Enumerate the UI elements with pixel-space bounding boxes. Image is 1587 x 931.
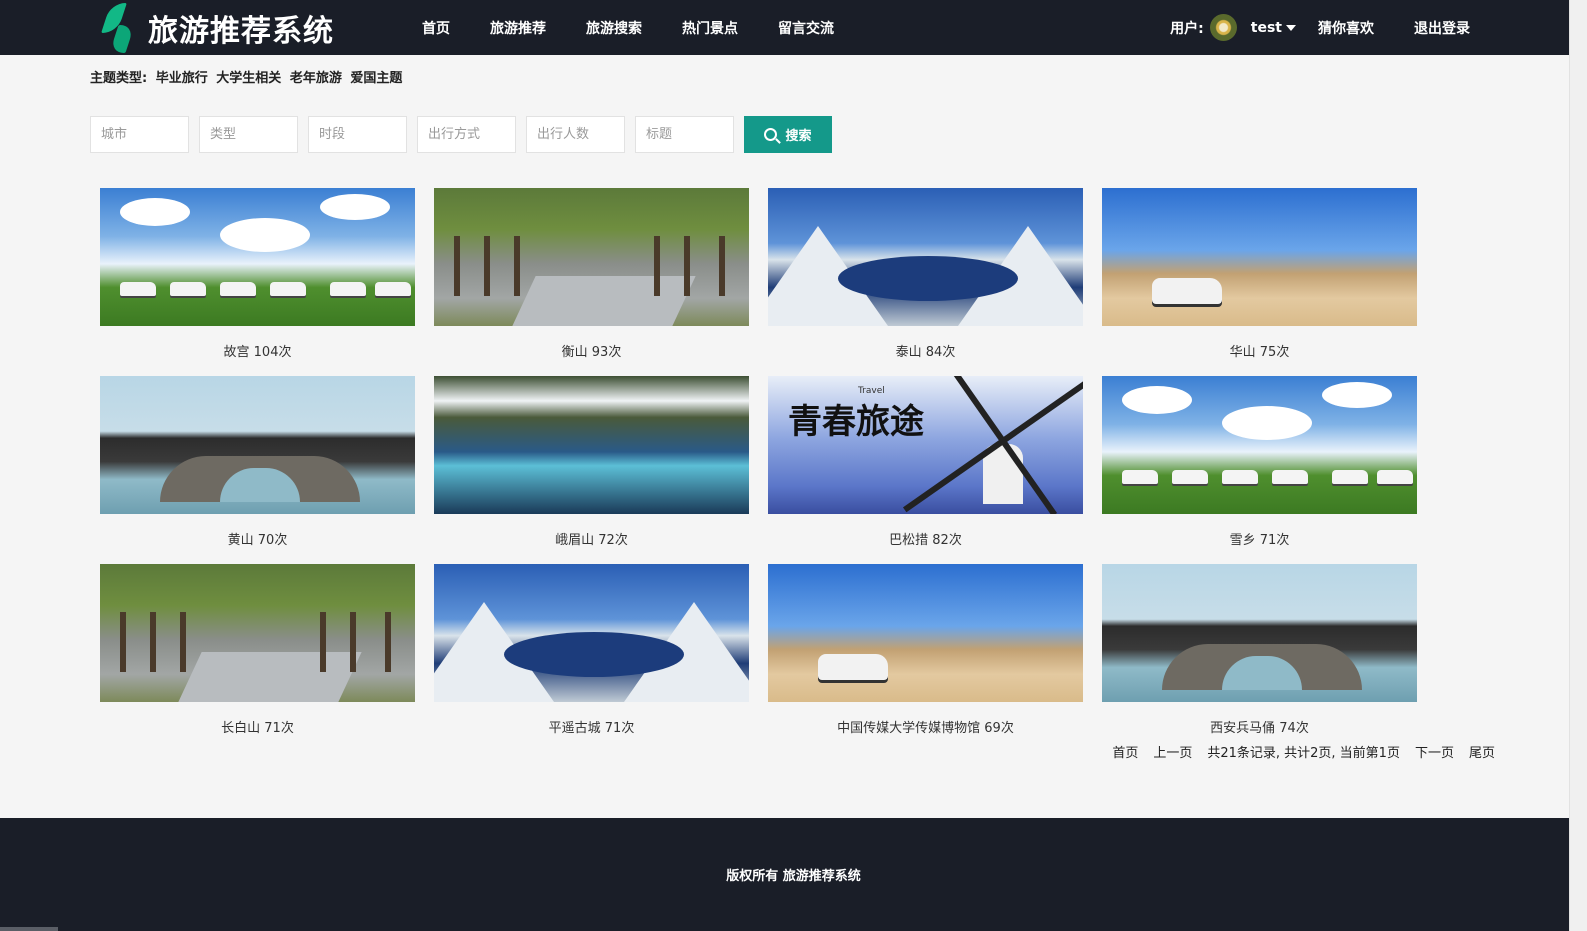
nav-item-hot-spots[interactable]: 热门景点: [682, 18, 738, 38]
logout-link[interactable]: 退出登录: [1414, 18, 1470, 38]
attraction-thumbnail[interactable]: [100, 188, 415, 326]
attraction-grid: 故宫 104次 衡山 93次 泰山 84次 华山 75次黄山 70次 峨眉山 72次 Tr…: [100, 188, 1417, 752]
footer: 版权所有 旅游推荐系统: [0, 818, 1587, 931]
top-navbar: 旅游推荐系统 首页 旅游推荐 旅游搜索 热门景点 留言交流 用户: test 猜…: [0, 0, 1587, 55]
search-button[interactable]: 搜索: [744, 116, 832, 153]
search-button-label: 搜索: [785, 128, 812, 143]
attraction-caption[interactable]: 平遥古城 71次: [434, 702, 749, 752]
site-logo[interactable]: 旅游推荐系统: [100, 0, 334, 55]
attraction-thumbnail[interactable]: [434, 188, 749, 326]
attraction-thumbnail[interactable]: [768, 564, 1083, 702]
main-nav: 首页 旅游推荐 旅游搜索 热门景点 留言交流: [422, 0, 874, 55]
attraction-thumbnail[interactable]: Travel 青春旅途: [768, 376, 1083, 514]
attraction-caption[interactable]: 故宫 104次: [100, 326, 415, 376]
attraction-caption[interactable]: 泰山 84次: [768, 326, 1083, 376]
user-menu: 用户: test 猜你喜欢 退出登录: [1170, 0, 1470, 55]
topic-filter: 主题类型: 毕业旅行 大学生相关 老年旅游 爱国主题: [90, 67, 406, 86]
page-scrollbar[interactable]: [1569, 0, 1587, 931]
city-input[interactable]: [90, 116, 189, 153]
attraction-thumbnail[interactable]: [768, 188, 1083, 326]
attraction-caption[interactable]: 长白山 71次: [100, 702, 415, 752]
attraction-thumbnail[interactable]: [434, 564, 749, 702]
chevron-down-icon[interactable]: [1286, 24, 1296, 31]
title-input[interactable]: [635, 116, 734, 153]
footer-tab: [0, 927, 58, 931]
attraction-card[interactable]: 故宫 104次: [100, 188, 415, 376]
topic-label: 主题类型:: [90, 71, 148, 86]
leaf-logo-icon: [100, 2, 136, 53]
nav-item-recommend[interactable]: 旅游推荐: [490, 18, 546, 38]
attraction-thumbnail[interactable]: [1102, 376, 1417, 514]
page-first[interactable]: 首页: [1112, 742, 1138, 761]
nav-item-messages[interactable]: 留言交流: [778, 18, 834, 38]
attraction-card[interactable]: 峨眉山 72次: [434, 376, 749, 564]
attraction-caption[interactable]: 黄山 70次: [100, 514, 415, 564]
attraction-card[interactable]: 平遥古城 71次: [434, 564, 749, 752]
attraction-card[interactable]: 华山 75次: [1102, 188, 1417, 376]
attraction-thumbnail[interactable]: [100, 376, 415, 514]
attraction-caption[interactable]: 峨眉山 72次: [434, 514, 749, 564]
page-info: 共21条记录, 共计2页, 当前第1页: [1207, 746, 1400, 761]
copyright-text: 版权所有 旅游推荐系统: [726, 869, 861, 884]
search-icon: [764, 128, 778, 141]
attraction-caption[interactable]: 雪乡 71次: [1102, 514, 1417, 564]
pagination: 首页 上一页 共21条记录, 共计2页, 当前第1页 下一页 尾页: [1097, 742, 1495, 761]
attraction-caption[interactable]: 巴松措 82次: [768, 514, 1083, 564]
attraction-thumbnail[interactable]: [1102, 564, 1417, 702]
attraction-thumbnail[interactable]: [100, 564, 415, 702]
page-next[interactable]: 下一页: [1415, 742, 1454, 761]
topic-college[interactable]: 大学生相关: [216, 71, 281, 86]
attraction-card[interactable]: 雪乡 71次: [1102, 376, 1417, 564]
attraction-caption[interactable]: 衡山 93次: [434, 326, 749, 376]
topic-elderly[interactable]: 老年旅游: [290, 71, 342, 86]
attraction-thumbnail[interactable]: [434, 376, 749, 514]
nav-item-home[interactable]: 首页: [422, 18, 450, 38]
username[interactable]: test: [1251, 20, 1282, 36]
nav-item-search[interactable]: 旅游搜索: [586, 18, 642, 38]
attraction-caption[interactable]: 华山 75次: [1102, 326, 1417, 376]
search-form: 搜索: [90, 116, 832, 153]
period-input[interactable]: [308, 116, 407, 153]
attraction-card[interactable]: Travel 青春旅途 巴松措 82次: [768, 376, 1083, 564]
topic-graduation[interactable]: 毕业旅行: [156, 71, 208, 86]
guess-you-like-link[interactable]: 猜你喜欢: [1318, 18, 1374, 38]
attraction-card[interactable]: 西安兵马俑 74次: [1102, 564, 1417, 752]
page-prev[interactable]: 上一页: [1153, 742, 1192, 761]
site-title: 旅游推荐系统: [148, 13, 334, 49]
attraction-card[interactable]: 长白山 71次: [100, 564, 415, 752]
travelers-input[interactable]: [526, 116, 625, 153]
attraction-thumbnail[interactable]: [1102, 188, 1417, 326]
attraction-caption[interactable]: 中国传媒大学传媒博物馆 69次: [768, 702, 1083, 752]
travel-mode-input[interactable]: [417, 116, 516, 153]
attraction-card[interactable]: 中国传媒大学传媒博物馆 69次: [768, 564, 1083, 752]
topic-patriotic[interactable]: 爱国主题: [350, 71, 402, 86]
avatar[interactable]: [1209, 14, 1237, 41]
attraction-card[interactable]: 衡山 93次: [434, 188, 749, 376]
attraction-card[interactable]: 泰山 84次: [768, 188, 1083, 376]
page-last[interactable]: 尾页: [1469, 742, 1495, 761]
type-input[interactable]: [199, 116, 298, 153]
user-label: 用户:: [1170, 20, 1204, 37]
attraction-card[interactable]: 黄山 70次: [100, 376, 415, 564]
